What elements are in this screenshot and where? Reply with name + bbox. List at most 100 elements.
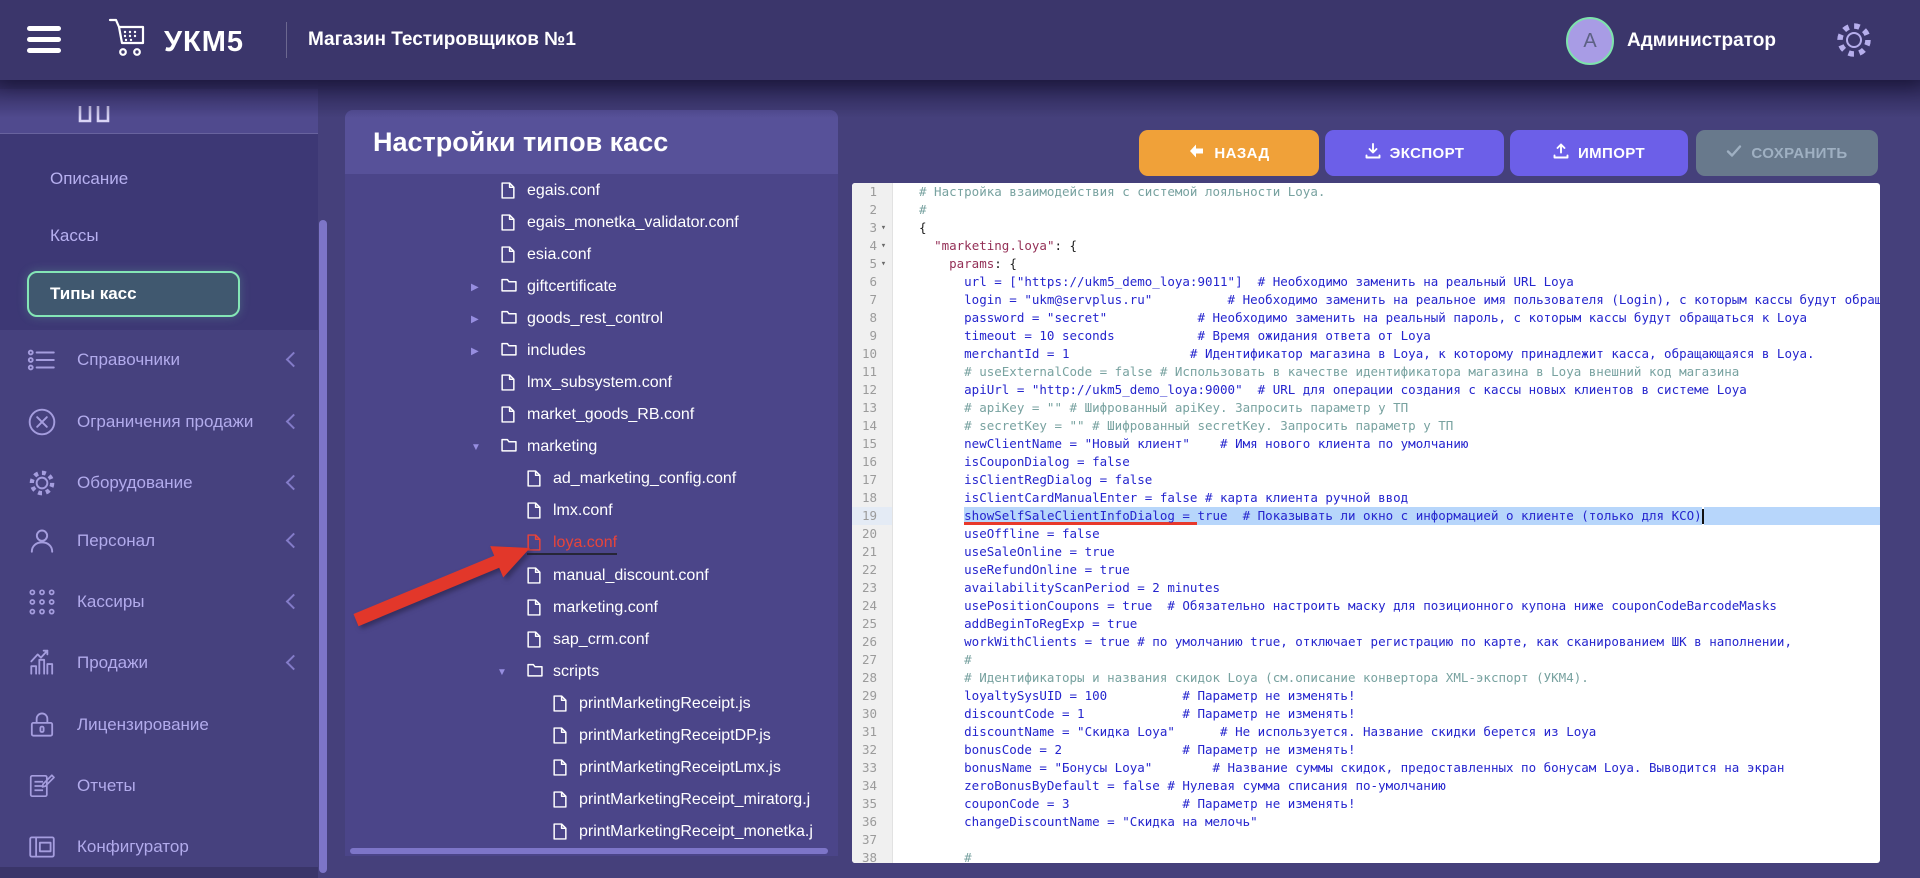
tree-item-marketing[interactable]: ▼marketing	[345, 432, 838, 464]
tree-item-loya.conf[interactable]: loya.conf	[345, 528, 838, 560]
sidebar-item-Кассиры[interactable]: Кассиры	[0, 581, 318, 623]
fold-arrow-icon[interactable]: ▾	[877, 219, 890, 237]
code-line-21[interactable]: 21 useSaleOnline = true	[852, 543, 1880, 561]
code-line-20[interactable]: 20 useOffline = false	[852, 525, 1880, 543]
code-line-31[interactable]: 31 discountName = "Скидка Loya" # Не исп…	[852, 723, 1880, 741]
code-line-28[interactable]: 28 # Идентификаторы и названия скидок Lo…	[852, 669, 1880, 687]
sidebar-item-Ограничения продажи[interactable]: Ограничения продажи	[0, 401, 318, 443]
code-line-2[interactable]: 2#	[852, 201, 1880, 219]
code-line-6[interactable]: 6 url = ["https://ukm5_demo_loya:9011"] …	[852, 273, 1880, 291]
code-line-17[interactable]: 17 isClientRegDialog = false	[852, 471, 1880, 489]
code-line-22[interactable]: 22 useRefundOnline = true	[852, 561, 1880, 579]
sidebar-item-store-partial[interactable]	[0, 89, 318, 134]
code-line-25[interactable]: 25 addBeginToRegExp = true	[852, 615, 1880, 633]
gutter-line-number: 18	[852, 489, 893, 507]
tree-item-esia.conf[interactable]: esia.conf	[345, 239, 838, 271]
file-tree-horizontal-scrollbar[interactable]	[350, 848, 828, 854]
user-menu[interactable]: A Администратор	[1566, 17, 1776, 65]
code-line-18[interactable]: 18 isClientCardManualEnter = false # кар…	[852, 489, 1880, 507]
import-button[interactable]: ИМПОРТ	[1510, 130, 1688, 176]
code-line-text: # useExternalCode = false # Использовать…	[893, 363, 1880, 381]
folder-icon	[527, 663, 544, 681]
code-line-13[interactable]: 13 # apiKey = "" # Шифрованный apiKey. З…	[852, 399, 1880, 417]
sidebar-subitem-Описание[interactable]: Описание	[50, 169, 128, 189]
tree-item-goods_rest_control[interactable]: ▶goods_rest_control	[345, 303, 838, 335]
code-line-1[interactable]: 1# Настройка взаимодействия с системой л…	[852, 183, 1880, 201]
sidebar-item-Продажи[interactable]: Продажи	[0, 642, 318, 684]
code-line-15[interactable]: 15 newClientName = "Новый клиент" # Имя …	[852, 435, 1880, 453]
code-line-23[interactable]: 23 availabilityScanPeriod = 2 minutes	[852, 579, 1880, 597]
tree-item-market_goods_RB.conf[interactable]: market_goods_RB.conf	[345, 400, 838, 432]
sidebar-bottom-scroll-track[interactable]	[0, 867, 318, 878]
code-line-11[interactable]: 11 # useExternalCode = false # Использов…	[852, 363, 1880, 381]
code-line-24[interactable]: 24 usePositionCoupons = true # Обязатель…	[852, 597, 1880, 615]
sidebar-scrollbar[interactable]	[319, 220, 327, 873]
sidebar-item-Справочники[interactable]: Справочники	[0, 339, 318, 381]
brand-logo: УКМ5	[106, 16, 244, 68]
tree-item-lmx.conf[interactable]: lmx.conf	[345, 496, 838, 528]
tree-item-egais.conf[interactable]: egais.conf	[345, 175, 838, 207]
code-line-29[interactable]: 29 loyaltySysUID = 100 # Параметр не изм…	[852, 687, 1880, 705]
tree-item-sap_crm.conf[interactable]: sap_crm.conf	[345, 624, 838, 656]
code-line-30[interactable]: 30 discountCode = 1 # Параметр не изменя…	[852, 705, 1880, 723]
code-line-32[interactable]: 32 bonusCode = 2 # Параметр не изменять!	[852, 741, 1880, 759]
code-line-16[interactable]: 16 isCouponDialog = false	[852, 453, 1880, 471]
file-icon	[553, 823, 570, 841]
code-line-7[interactable]: 7 login = "ukm@servplus.ru" # Необходимо…	[852, 291, 1880, 309]
sidebar-item-Отчеты[interactable]: Отчеты	[0, 765, 318, 807]
sidebar-item-Лицензирование[interactable]: Лицензирование	[0, 704, 318, 746]
sidebar-item-Конфигуратор[interactable]: Конфигуратор	[0, 826, 318, 868]
hamburger-menu-icon[interactable]	[27, 26, 61, 54]
code-line-26[interactable]: 26 workWithClients = true # по умолчанию…	[852, 633, 1880, 651]
code-line-36[interactable]: 36 changeDiscountName = "Скидка на мелоч…	[852, 813, 1880, 831]
code-line-33[interactable]: 33 bonusName = "Бонусы Loya" # Название …	[852, 759, 1880, 777]
sidebar-subitem-Кассы[interactable]: Кассы	[50, 226, 99, 246]
tree-item-egais_monetka_validator.conf[interactable]: egais_monetka_validator.conf	[345, 207, 838, 239]
code-line-9[interactable]: 9 timeout = 10 seconds # Время ожидания …	[852, 327, 1880, 345]
fold-arrow-icon[interactable]: ▾	[877, 255, 890, 273]
code-line-19[interactable]: 19 showSelfSaleClientInfoDialog = true #…	[852, 507, 1880, 525]
tree-item-ad_marketing_config.conf[interactable]: ad_marketing_config.conf	[345, 464, 838, 496]
tree-item-giftcertificate[interactable]: ▶giftcertificate	[345, 271, 838, 303]
code-line-35[interactable]: 35 couponCode = 3 # Параметр не изменять…	[852, 795, 1880, 813]
code-line-text: availabilityScanPeriod = 2 minutes	[893, 579, 1880, 597]
tree-item-label: printMarketingReceipt_miratorg.j	[579, 791, 810, 809]
tree-item-marketing.conf[interactable]: marketing.conf	[345, 592, 838, 624]
tree-expand-arrow[interactable]: ▶	[463, 314, 501, 325]
export-button[interactable]: ЭКСПОРТ	[1325, 130, 1504, 176]
tree-item-includes[interactable]: ▶includes	[345, 335, 838, 367]
tree-expand-arrow[interactable]: ▼	[463, 442, 501, 453]
sidebar-item-Персонал[interactable]: Персонал	[0, 520, 318, 562]
code-line-12[interactable]: 12 apiUrl = "http://ukm5_demo_loya:9000"…	[852, 381, 1880, 399]
code-line-27[interactable]: 27 #	[852, 651, 1880, 669]
tree-item-printMarketingReceipt.js[interactable]: printMarketingReceipt.js	[345, 689, 838, 721]
config-editor[interactable]: 1# Настройка взаимодействия с системой л…	[852, 183, 1880, 863]
tree-item-printMarketingReceipt_monetka.j[interactable]: printMarketingReceipt_monetka.j	[345, 817, 838, 849]
code-line-5[interactable]: 5▾ params: {	[852, 255, 1880, 273]
settings-gear-icon[interactable]	[1834, 20, 1874, 65]
tree-item-scripts[interactable]: ▼scripts	[345, 656, 838, 688]
tree-item-printMarketingReceiptLmx.js[interactable]: printMarketingReceiptLmx.js	[345, 753, 838, 785]
tree-item-lmx_subsystem.conf[interactable]: lmx_subsystem.conf	[345, 368, 838, 400]
code-line-8[interactable]: 8 password = "secret" # Необходимо замен…	[852, 309, 1880, 327]
tree-expand-arrow[interactable]: ▶	[463, 282, 501, 293]
fold-arrow-icon[interactable]: ▾	[877, 237, 890, 255]
sidebar-item-Оборудование[interactable]: Оборудование	[0, 462, 318, 504]
tree-item-manual_discount.conf[interactable]: manual_discount.conf	[345, 560, 838, 592]
back-button[interactable]: НАЗАД	[1139, 130, 1319, 176]
code-line-3[interactable]: 3▾{	[852, 219, 1880, 237]
code-line-10[interactable]: 10 merchantId = 1 # Идентификатор магази…	[852, 345, 1880, 363]
tree-expand-arrow[interactable]: ▶	[463, 346, 501, 357]
code-line-38[interactable]: 38 #	[852, 849, 1880, 863]
code-line-4[interactable]: 4▾ "marketing.loya": {	[852, 237, 1880, 255]
tree-item-printMarketingReceipt_miratorg.j[interactable]: printMarketingReceipt_miratorg.j	[345, 785, 838, 817]
gutter-line-number: 8	[852, 309, 893, 327]
sidebar-subitem-Типы касс[interactable]: Типы касс	[27, 271, 240, 317]
tree-item-printMarketingReceiptDP.js[interactable]: printMarketingReceiptDP.js	[345, 721, 838, 753]
code-line-14[interactable]: 14 # secretKey = "" # Шифрованный secret…	[852, 417, 1880, 435]
code-line-34[interactable]: 34 zeroBonusByDefault = false # Нулевая …	[852, 777, 1880, 795]
tree-expand-arrow[interactable]: ▼	[489, 667, 527, 678]
avatar[interactable]: A	[1566, 17, 1614, 65]
code-line-37[interactable]: 37	[852, 831, 1880, 849]
save-button[interactable]: СОХРАНИТЬ	[1696, 130, 1878, 176]
